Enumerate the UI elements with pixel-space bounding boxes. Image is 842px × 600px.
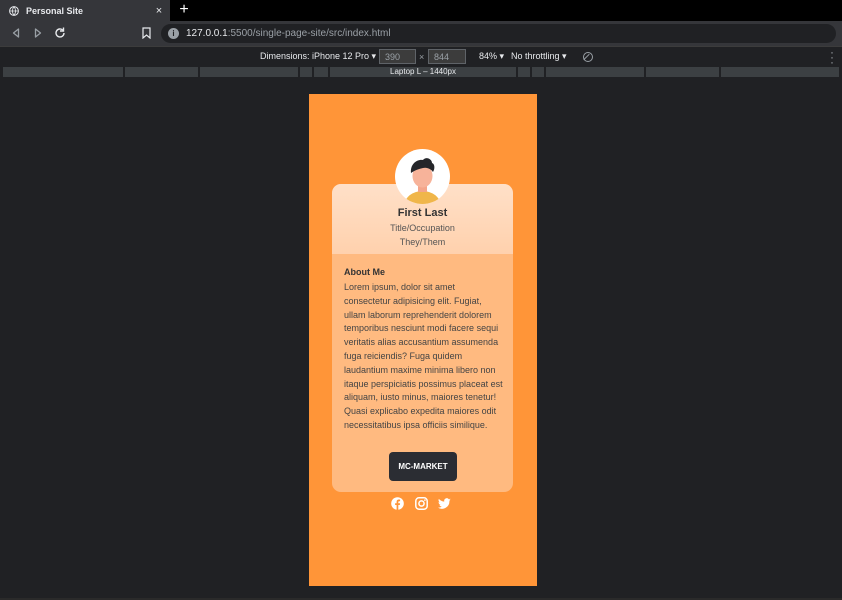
media-segment[interactable] — [314, 67, 328, 77]
forward-icon[interactable] — [31, 26, 45, 40]
media-segment[interactable] — [200, 67, 298, 77]
site-info-icon[interactable]: i — [168, 28, 179, 39]
close-tab-icon[interactable]: × — [153, 5, 165, 17]
globe-icon — [9, 5, 19, 16]
tab-strip: Personal Site × + — [0, 0, 842, 21]
instagram-icon[interactable] — [414, 497, 428, 510]
address-bar[interactable]: i 127.0.0.1:5500/single-page-site/src/in… — [161, 24, 836, 43]
device-toolbar: Dimensions: iPhone 12 Pro ▾ 390 × 844 84… — [0, 46, 842, 68]
tab-title: Personal Site — [26, 5, 84, 16]
about-heading: About Me — [344, 267, 385, 277]
media-segment[interactable] — [125, 67, 198, 77]
media-segment[interactable] — [518, 67, 530, 77]
social-links — [391, 497, 451, 511]
height-input[interactable]: 844 — [428, 49, 466, 64]
times-sign: × — [419, 52, 425, 62]
url-path: :5500/single-page-site/src/index.html — [227, 28, 391, 39]
rotate-icon[interactable] — [583, 52, 593, 62]
profile-card: First Last Title/Occupation They/Them Ab… — [332, 184, 513, 492]
media-query-bar: Laptop L – 1440px — [0, 66, 842, 78]
back-icon[interactable] — [9, 26, 23, 40]
mc-market-button[interactable]: MC-MARKET — [389, 452, 457, 481]
dimensions-select[interactable]: Dimensions: iPhone 12 Pro ▾ — [260, 51, 376, 62]
profile-name: First Last — [397, 207, 448, 219]
media-segment[interactable] — [646, 67, 719, 77]
facebook-icon[interactable] — [391, 497, 404, 510]
more-options-icon[interactable]: · · · — [830, 46, 834, 68]
media-label: Laptop L – 1440px — [390, 67, 456, 76]
avatar-illustration-icon — [404, 158, 441, 204]
bookmark-icon[interactable] — [142, 27, 151, 39]
twitter-icon[interactable] — [438, 497, 451, 510]
avatar — [395, 149, 450, 204]
tab-personal-site[interactable]: Personal Site × — [0, 0, 170, 21]
zoom-select[interactable]: 84% ▾ — [479, 51, 504, 62]
media-segment[interactable] — [721, 67, 839, 77]
width-input[interactable]: 390 — [379, 49, 416, 64]
device-viewport: First Last Title/Occupation They/Them Ab… — [309, 94, 537, 586]
browser-toolbar: i 127.0.0.1:5500/single-page-site/src/in… — [0, 21, 842, 46]
media-segment[interactable] — [300, 67, 312, 77]
about-text: Lorem ipsum, dolor sit amet consectetur … — [344, 282, 503, 430]
media-segment[interactable] — [3, 67, 123, 77]
url-text: 127.0.0.1:5500/single-page-site/src/inde… — [186, 28, 391, 39]
profile-pronouns: They/Them — [399, 237, 446, 247]
media-segment[interactable] — [532, 67, 544, 77]
media-segment[interactable] — [546, 67, 644, 77]
new-tab-button[interactable]: + — [176, 2, 192, 18]
url-host: 127.0.0.1 — [186, 28, 228, 39]
reload-icon[interactable] — [53, 26, 67, 40]
profile-title: Title/Occupation — [390, 223, 455, 233]
throttle-select[interactable]: No throttling ▾ — [511, 51, 567, 62]
